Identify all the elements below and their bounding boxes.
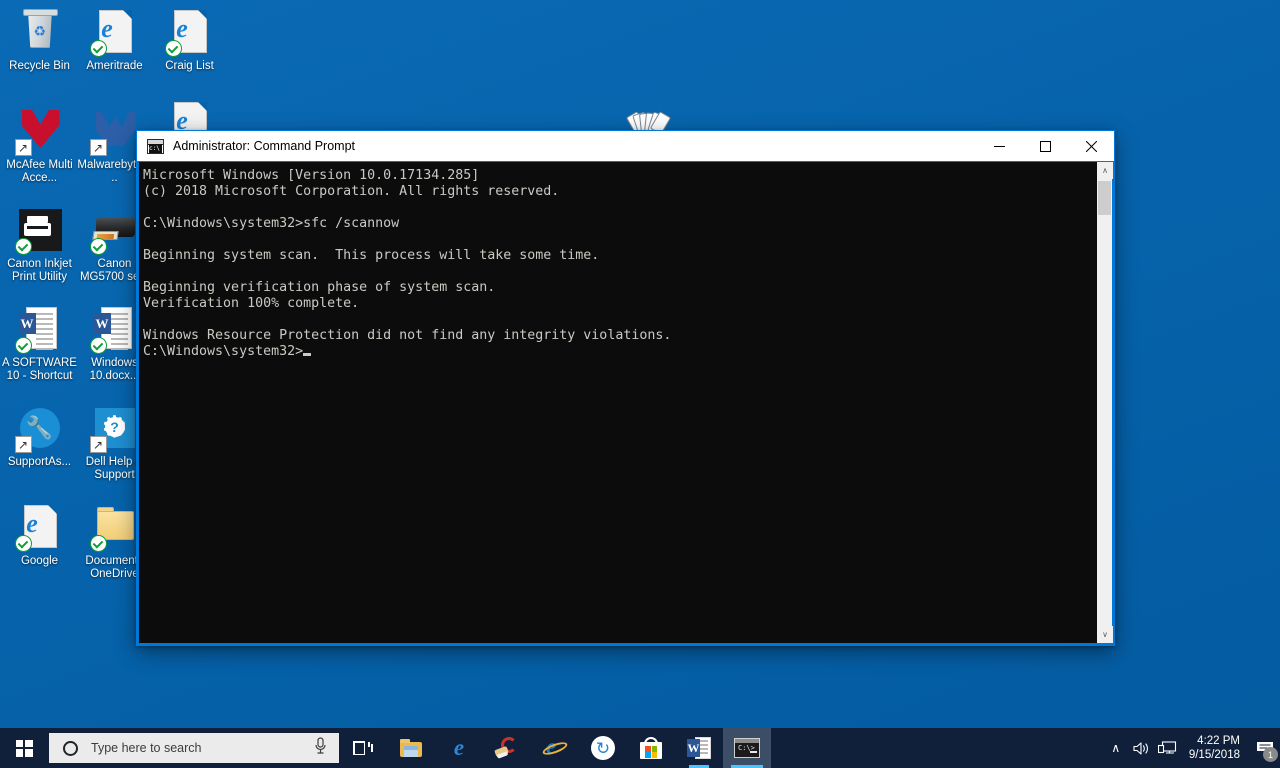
window-controls (976, 131, 1114, 161)
console-output: Microsoft Windows [Version 10.0.17134.28… (143, 168, 672, 359)
show-hidden-icons-chevron-icon[interactable]: ∧ (1103, 728, 1129, 768)
canon-print-utility-icon (14, 206, 64, 255)
folder-icon (89, 503, 139, 552)
shortcut-arrow-badge-icon: ↗ (14, 139, 32, 156)
synced-check-badge-icon (14, 337, 32, 354)
desktop-icon-ameritrade[interactable]: e Ameritrade (77, 8, 152, 73)
task-view-button[interactable] (339, 728, 387, 768)
console-area[interactable]: Microsoft Windows [Version 10.0.17134.28… (139, 162, 1113, 643)
microsoft-word-icon: W (687, 736, 711, 760)
supportassist-wrench-icon: 🔧 ↗ (14, 404, 64, 453)
maximize-button[interactable] (1022, 131, 1068, 161)
synced-check-badge-icon (89, 337, 107, 354)
taskbar[interactable]: Type here to search e e ↻ W C:\> ∧ 4:22 … (0, 728, 1280, 768)
window-title: Administrator: Command Prompt (173, 139, 356, 153)
internet-explorer-icon: e (541, 734, 569, 760)
desktop-icon-label: A SOFTWARE 10 - Shortcut (2, 357, 77, 382)
desktop-icon-supportassist[interactable]: 🔧 ↗ SupportAs... (2, 404, 77, 469)
shortcut-arrow-badge-icon: ↗ (14, 436, 32, 453)
desktop-icon-label: Ameritrade (86, 60, 143, 72)
network-icon[interactable] (1155, 728, 1181, 768)
word-document-icon: W (14, 305, 64, 354)
desktop-icon-label: Google (20, 555, 59, 567)
desktop-icon-canon-inkjet[interactable]: Canon Inkjet Print Utility (2, 206, 77, 284)
command-prompt-icon: C:\> (734, 738, 760, 758)
desktop-icon-mcafee[interactable]: ↗ McAfee Multi Acce... (2, 107, 77, 185)
edge-document-icon: e (164, 8, 214, 57)
shortcut-arrow-badge-icon: ↗ (89, 139, 107, 156)
scroll-down-arrow-icon[interactable]: ∨ (1097, 626, 1113, 643)
windows-logo-icon (15, 739, 33, 757)
command-prompt-window[interactable]: Administrator: Command Prompt Microsoft … (136, 130, 1115, 646)
notification-count-badge: 1 (1263, 747, 1278, 762)
search-input[interactable]: Type here to search (49, 733, 339, 763)
cortana-circle-icon (63, 740, 78, 756)
sync-arrows-icon: ↻ (591, 736, 615, 760)
synced-check-badge-icon (14, 238, 32, 255)
scrollbar-thumb[interactable] (1098, 181, 1111, 215)
console-scrollbar[interactable]: ∧ ∨ (1096, 162, 1113, 643)
desktop-icon-label: McAfee Multi Acce... (6, 159, 73, 184)
clock-time: 4:22 PM (1197, 735, 1240, 747)
taskbar-item-sync-app[interactable]: ↻ (579, 728, 627, 768)
window-title-bar[interactable]: Administrator: Command Prompt (137, 131, 1114, 161)
taskbar-item-microsoft-store[interactable] (627, 728, 675, 768)
shortcut-arrow-badge-icon: ↗ (89, 436, 107, 453)
cmd-icon (147, 138, 164, 154)
close-button[interactable] (1068, 131, 1114, 161)
taskbar-item-microsoft-edge[interactable]: e (435, 728, 483, 768)
search-placeholder: Type here to search (91, 741, 202, 755)
microphone-icon[interactable] (314, 736, 327, 760)
taskbar-item-ccleaner[interactable] (483, 728, 531, 768)
microsoft-store-icon (640, 737, 662, 759)
desktop-icon-google[interactable]: e Google (2, 503, 77, 568)
notifications-button[interactable]: 1 (1250, 728, 1280, 768)
start-button[interactable] (0, 728, 48, 768)
desktop-icon-a-software-10[interactable]: W A SOFTWARE 10 - Shortcut (2, 305, 77, 383)
synced-check-badge-icon (89, 238, 107, 255)
microsoft-edge-icon: e (453, 735, 465, 760)
console-cursor (303, 353, 312, 356)
desktop-icon-craig-list[interactable]: e Craig List (152, 8, 227, 73)
desktop-icon-label: Canon Inkjet Print Utility (7, 258, 72, 283)
speaker-icon[interactable] (1129, 728, 1155, 768)
desktop-icon-recycle-bin[interactable]: ♻ Recycle Bin (2, 8, 77, 73)
desktop-icon-label: Recycle Bin (9, 60, 70, 72)
taskbar-item-microsoft-word[interactable]: W (675, 728, 723, 768)
synced-check-badge-icon (164, 40, 182, 57)
recycle-bin-icon: ♻ (16, 8, 64, 56)
desktop[interactable]: ♻ Recycle Bin e Ameritrade e Craig List … (0, 0, 1280, 768)
canon-printer-icon (89, 206, 139, 255)
malwarebytes-icon: ↗ (89, 107, 139, 156)
taskbar-item-internet-explorer[interactable]: e (531, 728, 579, 768)
synced-check-badge-icon (89, 535, 107, 552)
ccleaner-icon (494, 737, 519, 759)
dell-help-gear-icon: ⚙ ? ↗ (89, 404, 139, 453)
clock[interactable]: 4:22 PM 9/15/2018 (1181, 728, 1250, 768)
file-explorer-icon (400, 739, 422, 757)
system-tray: ∧ 4:22 PM 9/15/2018 1 (1103, 728, 1280, 768)
edge-document-icon: e (89, 8, 139, 57)
edge-document-icon: e (14, 503, 64, 552)
word-document-icon: W (89, 305, 139, 354)
synced-check-badge-icon (14, 535, 32, 552)
taskbar-item-file-explorer[interactable] (387, 728, 435, 768)
scroll-up-arrow-icon[interactable]: ∧ (1097, 162, 1113, 179)
clock-date: 9/15/2018 (1188, 749, 1240, 761)
minimize-button[interactable] (976, 131, 1022, 161)
mcafee-shield-icon: ↗ (14, 107, 64, 156)
taskbar-item-command-prompt[interactable]: C:\> (723, 728, 771, 768)
console-text-surface[interactable]: Microsoft Windows [Version 10.0.17134.28… (139, 162, 1096, 643)
task-view-icon (353, 740, 373, 756)
desktop-icon-label: SupportAs... (7, 456, 72, 468)
synced-check-badge-icon (89, 40, 107, 57)
desktop-icon-label: Craig List (165, 60, 214, 72)
